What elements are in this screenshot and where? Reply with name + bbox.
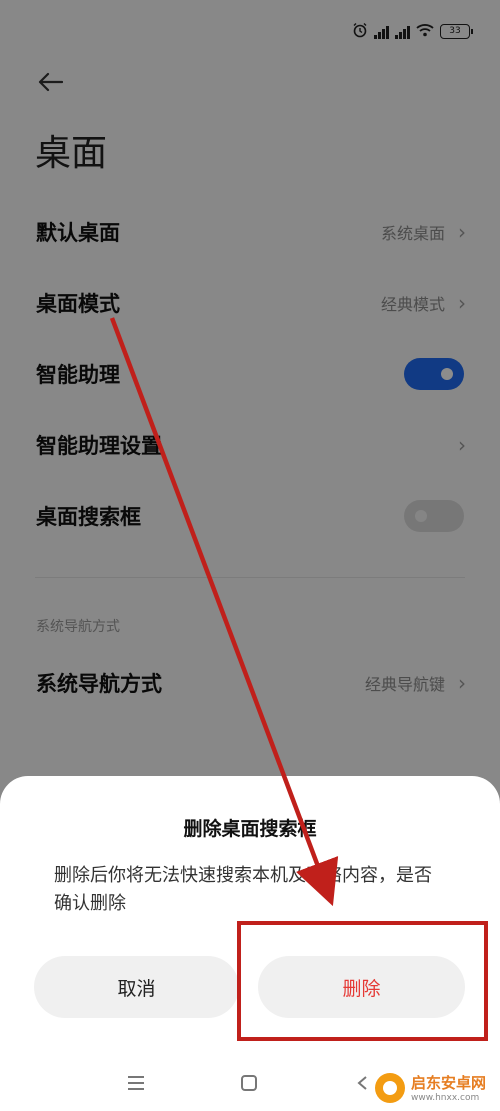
watermark-logo-icon [374, 1072, 405, 1103]
cancel-button[interactable]: 取消 [34, 956, 239, 1018]
delete-button[interactable]: 删除 [258, 956, 465, 1018]
home-icon[interactable] [240, 1072, 258, 1096]
watermark: 启东安卓网 www.hnxx.com [370, 1070, 494, 1105]
watermark-name: 启东安卓网 [410, 1074, 486, 1092]
screen: 33 桌面 默认桌面 系统桌面 › 桌面模式 经典模式 › 智能助理 智能助理设… [0, 0, 500, 1111]
back-icon[interactable] [356, 1072, 368, 1096]
delete-dialog: 删除桌面搜索框 删除后你将无法快速搜索本机及网络内容，是否确认删除 取消 删除 [0, 776, 500, 1111]
dialog-message: 删除后你将无法快速搜索本机及网络内容，是否确认删除 [54, 865, 432, 914]
watermark-url: www.hnxx.com [410, 1093, 480, 1103]
dialog-title: 删除桌面搜索框 [183, 818, 317, 840]
menu-icon[interactable] [126, 1072, 146, 1096]
